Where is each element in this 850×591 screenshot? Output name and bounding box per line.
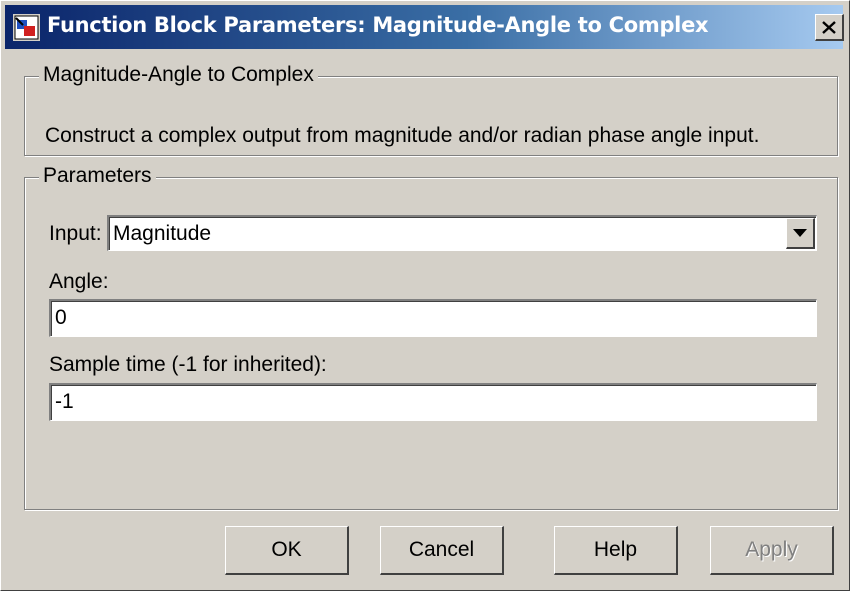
ok-button[interactable]: OK	[225, 526, 349, 575]
input-select[interactable]: Magnitude	[107, 215, 817, 251]
close-button[interactable]	[815, 14, 844, 41]
angle-label: Angle:	[49, 270, 109, 293]
parameters-group: Parameters Input: Magnitude Angle: 0 Sam…	[24, 164, 838, 510]
help-button[interactable]: Help	[554, 526, 678, 575]
apply-button: Apply	[710, 526, 834, 575]
dialog-window: Function Block Parameters: Magnitude-Ang…	[0, 0, 850, 591]
chevron-down-icon	[793, 229, 807, 237]
cancel-button-label: Cancel	[408, 538, 475, 561]
close-icon	[822, 20, 836, 34]
block-group-legend: Magnitude-Angle to Complex	[39, 63, 318, 87]
window-title: Function Block Parameters: Magnitude-Ang…	[47, 13, 709, 37]
help-button-label: Help	[593, 538, 638, 561]
angle-value: 0	[55, 306, 67, 329]
apply-button-label: Apply	[745, 538, 798, 561]
input-select-value: Magnitude	[113, 222, 212, 245]
cancel-button[interactable]: Cancel	[380, 526, 504, 575]
simulink-block-icon	[13, 14, 40, 41]
block-description: Construct a complex output from magnitud…	[45, 124, 760, 147]
parameters-legend: Parameters	[39, 164, 156, 188]
block-description-group: Magnitude-Angle to Complex Construct a c…	[24, 63, 838, 156]
angle-field[interactable]: 0	[49, 299, 817, 337]
sample-time-field[interactable]: -1	[49, 383, 817, 421]
sample-time-value: -1	[55, 390, 74, 413]
title-bar[interactable]: Function Block Parameters: Magnitude-Ang…	[5, 5, 844, 49]
input-dropdown-button[interactable]	[786, 218, 815, 249]
input-label: Input:	[49, 222, 102, 245]
ok-button-label: OK	[271, 538, 302, 561]
sample-time-label: Sample time (-1 for inherited):	[49, 353, 327, 376]
